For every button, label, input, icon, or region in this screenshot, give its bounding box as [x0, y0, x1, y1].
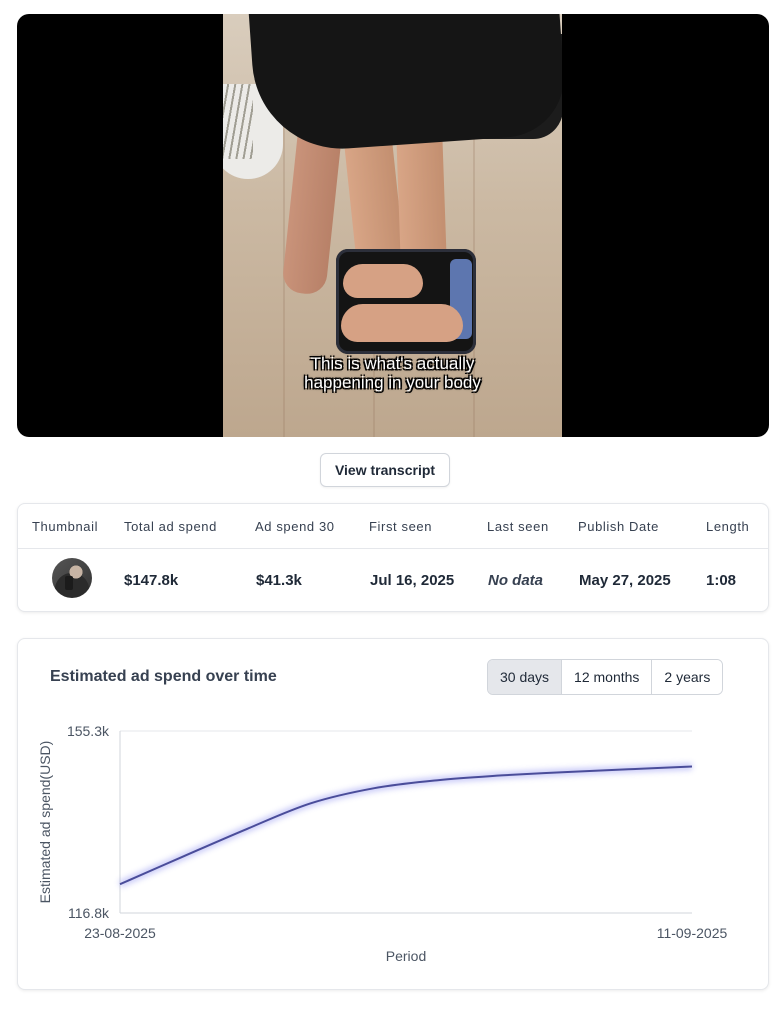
ad-spend-chart-card: Estimated ad spend over time 30 days 12 …: [17, 638, 769, 990]
header-publish-date: Publish Date: [578, 519, 659, 534]
y-axis-title: Estimated ad spend(USD): [37, 741, 53, 904]
line-chart: 155.3k 116.8k 23-08-2025 11-09-2025 Peri…: [37, 723, 728, 964]
y-tick-label-min: 116.8k: [68, 905, 110, 921]
video-frame: This is what's actually happening in you…: [223, 14, 562, 437]
length-value: 1:08: [706, 572, 737, 589]
total-ad-spend-value: $147.8k: [124, 572, 179, 589]
ad-thumbnail[interactable]: [52, 558, 92, 598]
header-first-seen: First seen: [369, 519, 433, 534]
video-player[interactable]: This is what's actually happening in you…: [17, 14, 769, 437]
y-tick-label-max: 155.3k: [67, 723, 110, 739]
publish-date-value: May 27, 2025: [579, 572, 671, 589]
header-length: Length: [706, 519, 750, 534]
header-thumbnail: Thumbnail: [32, 519, 99, 534]
ad-spend-30-value: $41.3k: [256, 572, 302, 589]
header-ad-spend-30: Ad spend 30: [255, 519, 335, 534]
series-line: [119, 765, 693, 886]
video-caption: This is what's actually happening in you…: [223, 354, 562, 392]
x-axis-title: Period: [386, 948, 426, 964]
first-seen-value: Jul 16, 2025: [370, 572, 455, 589]
x-tick-label-end: 11-09-2025: [657, 925, 728, 941]
view-transcript-button[interactable]: View transcript: [320, 453, 450, 487]
caption-line-1: This is what's actually: [310, 354, 475, 373]
last-seen-value: No data: [488, 572, 544, 589]
table-header: Thumbnail Total ad spend Ad spend 30 Fir…: [18, 504, 768, 549]
header-last-seen: Last seen: [487, 519, 549, 534]
ad-metadata-table: Thumbnail Total ad spend Ad spend 30 Fir…: [17, 503, 769, 612]
caption-line-2: happening in your body: [304, 373, 481, 392]
x-tick-label-start: 23-08-2025: [84, 925, 156, 941]
header-total-ad-spend: Total ad spend: [124, 519, 217, 534]
